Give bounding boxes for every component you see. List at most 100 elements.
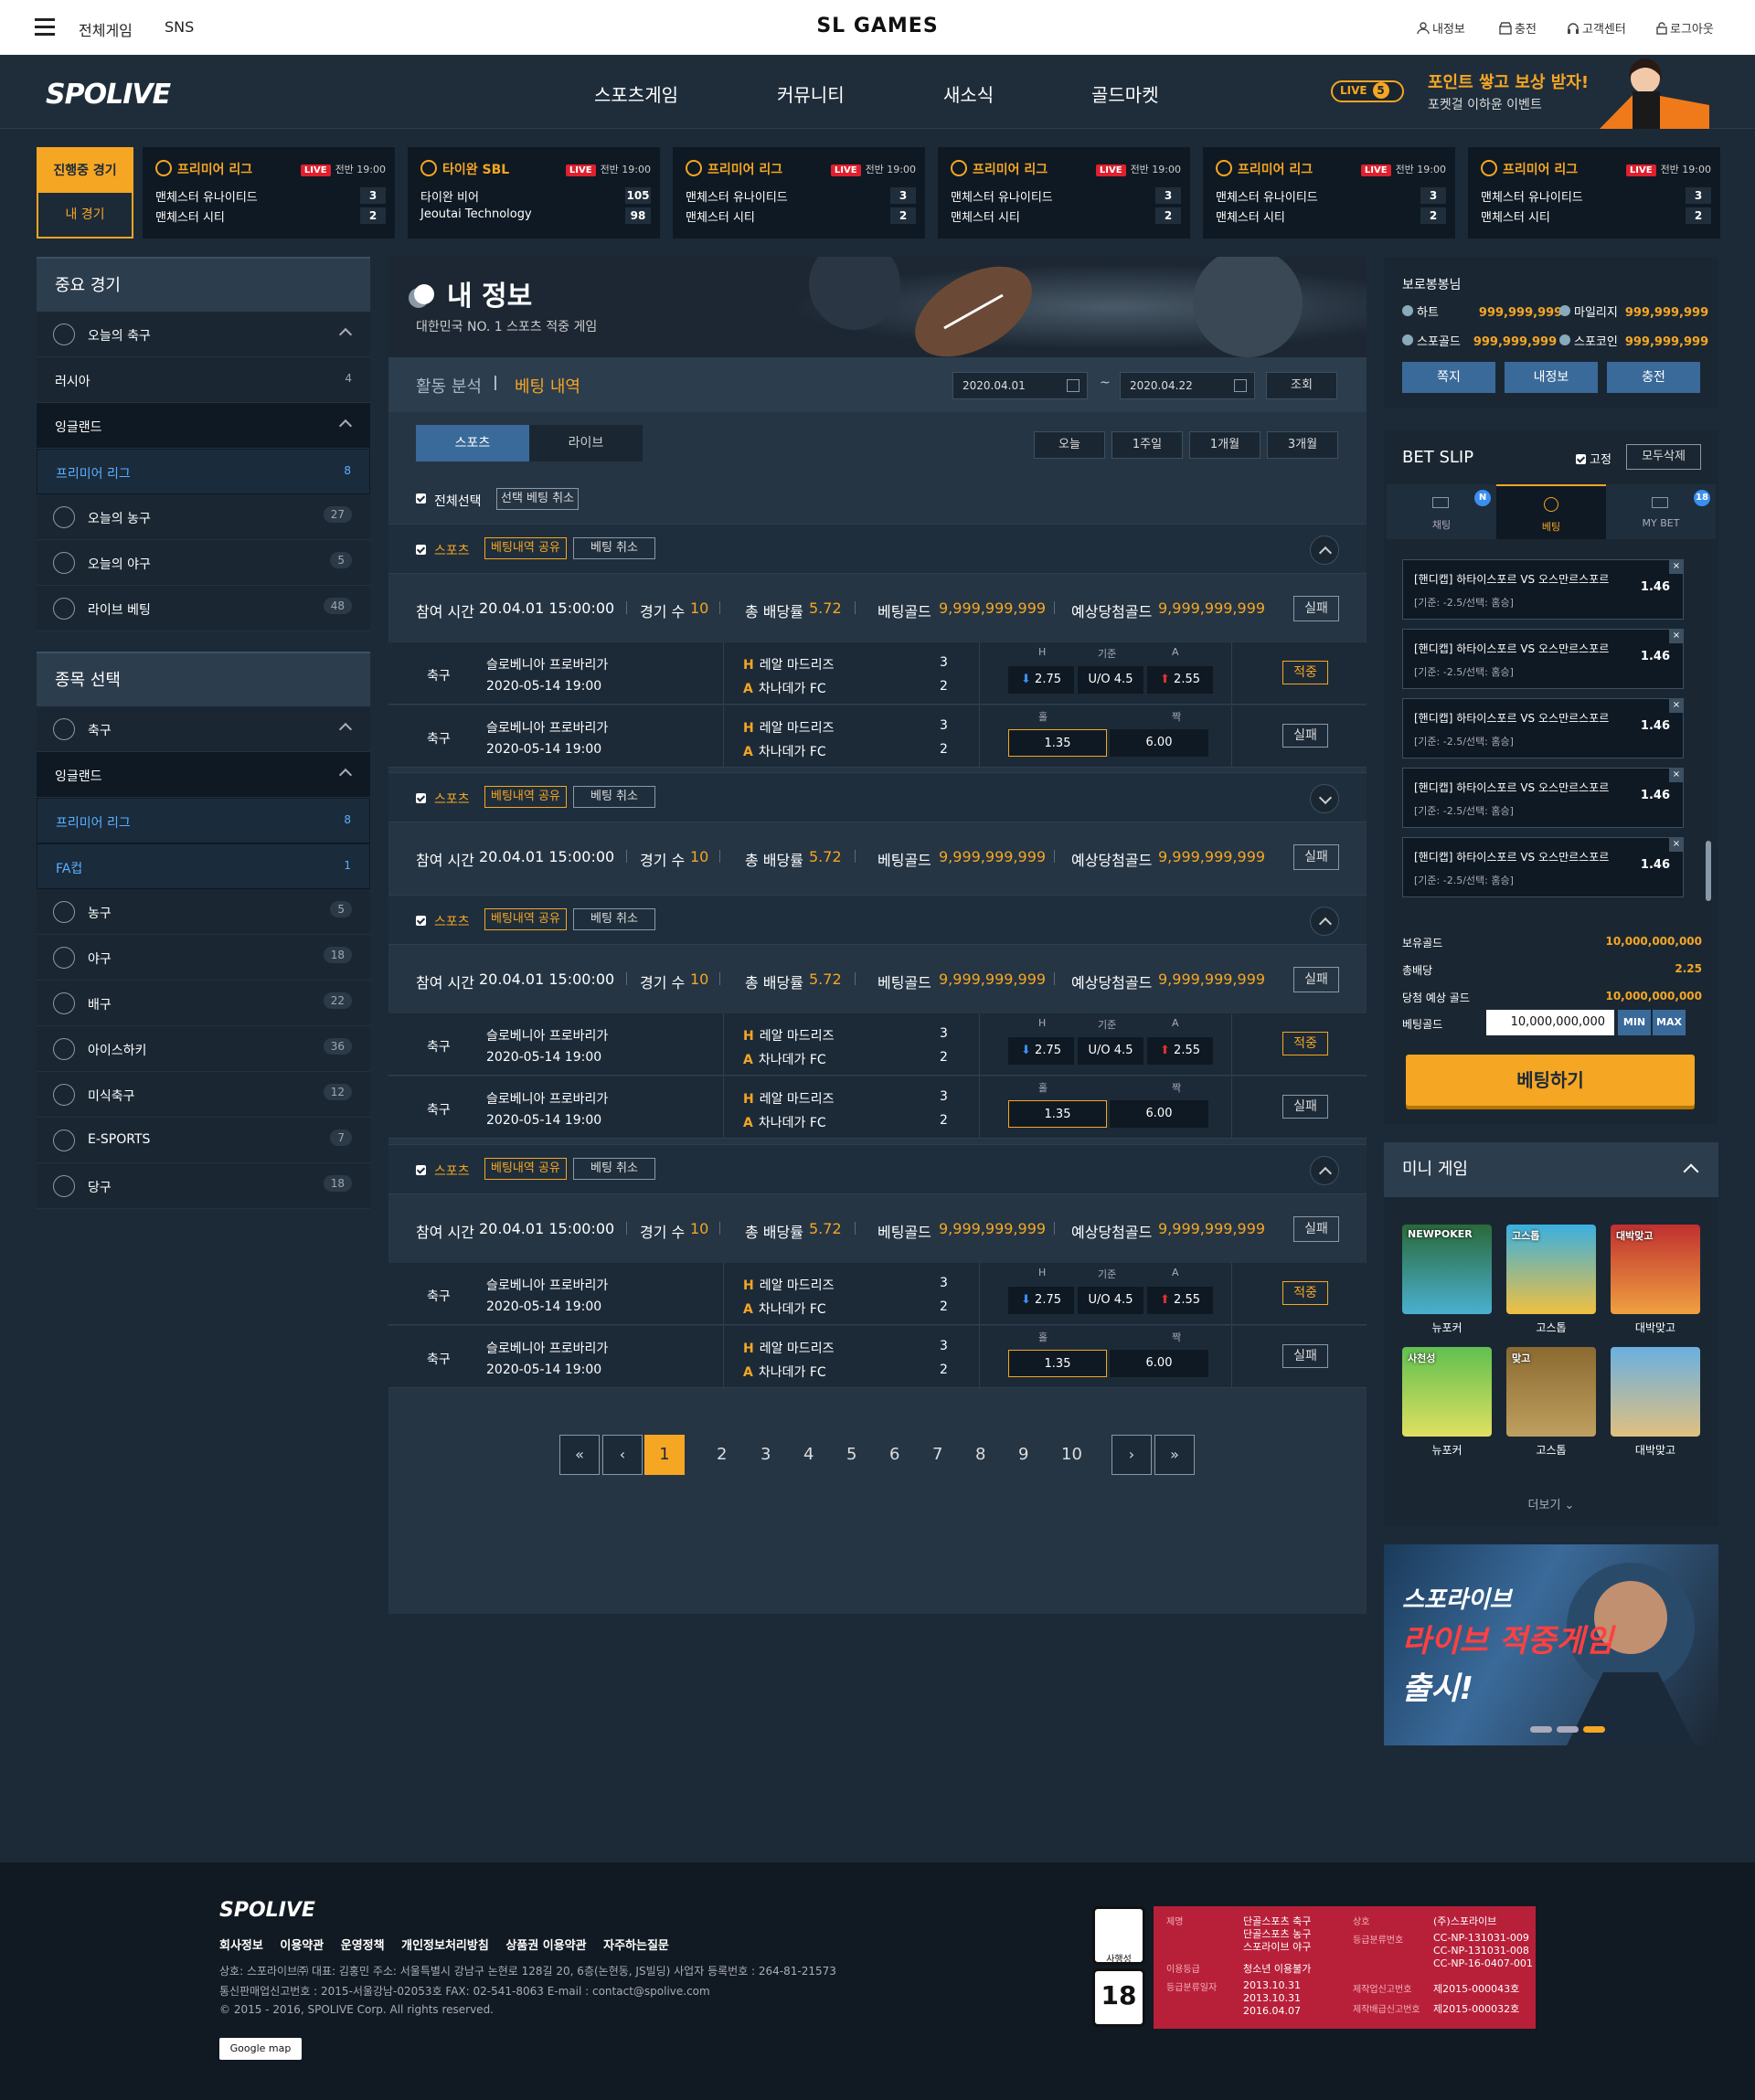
chevron-up-icon[interactable] [338,419,353,433]
mini-game-thumb[interactable]: 고스톱 [1506,1225,1596,1314]
cancel-bet-button[interactable]: 베팅 취소 [573,537,655,559]
sidebar-item[interactable]: 러시아 4 [37,357,370,403]
footer-link-terms[interactable]: 이용약관 [280,1939,324,1953]
close-icon[interactable]: × [1669,768,1684,782]
footer-link-voucher[interactable]: 상품권 이용약관 [505,1939,586,1953]
close-icon[interactable]: × [1669,837,1684,852]
share-history-button[interactable]: 베팅내역 공유 [484,1158,567,1180]
collapse-chevron-up-icon[interactable] [1310,907,1339,936]
tab-chat[interactable]: N 채팅 [1387,484,1496,539]
sidebar-item[interactable]: 야구 18 [37,935,370,981]
odds-away-button[interactable]: ⬆ 2.55 [1147,1287,1213,1314]
page-number[interactable]: 3 [760,1445,771,1464]
date-from-input[interactable]: 2020.04.01 [952,372,1088,399]
odds-home-button[interactable]: 1.35 [1008,729,1107,757]
cancel-bet-button[interactable]: 베팅 취소 [573,1158,655,1180]
match-card[interactable]: 프리미어 리그 LIVE 전반 19:00 맨체스터 유나이티드 3 맨체스터 시… [1203,147,1455,239]
bet-gold-input[interactable]: 10,000,000,000 [1486,1010,1614,1035]
promo-subtitle[interactable]: 포켓걸 이하윤 이벤트 [1428,95,1542,113]
logout-link[interactable]: 로그아웃 [1656,19,1714,37]
live-game-banner[interactable]: 스포라이브 라이브 적중게임 출시! [1384,1544,1718,1745]
footer-link-privacy[interactable]: 개인정보처리방침 [401,1939,489,1953]
chevron-up-icon[interactable] [338,327,353,342]
collapse-chevron-up-icon[interactable] [1310,1156,1339,1185]
odds-away-button[interactable]: 6.00 [1110,1100,1208,1128]
period-3months[interactable]: 3개월 [1267,431,1338,459]
match-card[interactable]: 프리미어 리그 LIVE 전반 19:00 맨체스터 유나이티드 3 맨체스터 시… [673,147,925,239]
match-card[interactable]: 프리미어 리그 LIVE 전반 19:00 맨체스터 유나이티드 3 맨체스터 시… [143,147,395,239]
match-card[interactable]: 프리미어 리그 LIVE 전반 19:00 맨체스터 유나이티드 3 맨체스터 시… [938,147,1190,239]
sidebar-item[interactable]: 라이브 베팅 48 [37,586,370,631]
fixed-toggle[interactable]: 고정 [1576,450,1611,467]
sidebar-item[interactable]: FA컵 1 [37,843,370,889]
tab-sports[interactable]: 스포츠 [416,425,529,461]
tab-my-matches[interactable]: 내 경기 [38,193,132,237]
more-link[interactable]: 더보기 ⌄ [1384,1495,1718,1512]
support-link[interactable]: 고객센터 [1567,19,1626,37]
odds-base-button[interactable]: U/O 4.5 [1078,666,1143,694]
mini-game-label[interactable]: 뉴포커 [1402,1320,1492,1335]
my-info-button[interactable]: 내정보 [1505,362,1598,393]
page-number-active[interactable]: 1 [644,1435,685,1475]
nav-news[interactable]: 새소식 [943,80,994,107]
nav-sports-game[interactable]: 스포츠게임 [594,80,678,107]
sidebar-item[interactable]: 배구 22 [37,981,370,1026]
page-last-button[interactable]: » [1154,1435,1195,1475]
share-history-button[interactable]: 베팅내역 공유 [484,786,567,808]
mini-game-thumb[interactable]: 사천성 [1402,1347,1492,1437]
tab-live-matches[interactable]: 진행중 경기 [38,149,132,193]
page-next-button[interactable]: › [1112,1435,1152,1475]
message-button[interactable]: 쪽지 [1402,362,1495,393]
chevron-up-icon[interactable] [338,768,353,782]
spolive-logo[interactable]: SPOLIVE [46,79,171,111]
expand-chevron-down-icon[interactable] [1310,784,1339,813]
tab-betting[interactable]: 베팅 [1496,484,1606,539]
fixed-checkbox[interactable] [1576,454,1586,464]
page-number[interactable]: 4 [803,1445,814,1464]
sidebar-item[interactable]: 농구 5 [37,889,370,935]
mini-game-label[interactable]: 뉴포커 [1402,1442,1492,1458]
search-button[interactable]: 조회 [1266,372,1337,399]
sidebar-item[interactable]: E-SPORTS 7 [37,1118,370,1163]
charge-link[interactable]: 충전 [1499,19,1537,37]
sidebar-item[interactable]: 잉글랜드 [37,403,370,449]
odds-home-button[interactable]: 1.35 [1008,1350,1107,1377]
close-icon[interactable]: × [1669,559,1684,574]
page-number[interactable]: 8 [975,1445,985,1464]
google-map-button[interactable]: Google map [219,2038,302,2060]
sidebar-item[interactable]: 프리미어 리그 8 [37,798,370,843]
promo-model-image[interactable] [1581,55,1709,129]
page-number[interactable]: 5 [846,1445,856,1464]
mini-game-label[interactable]: 대박맞고 [1611,1320,1700,1335]
page-number[interactable]: 10 [1061,1445,1082,1464]
page-number[interactable]: 6 [889,1445,899,1464]
slip-scrollbar[interactable] [1706,841,1711,901]
cancel-bet-button[interactable]: 베팅 취소 [573,786,655,808]
banner-dot[interactable] [1530,1726,1552,1733]
match-card[interactable]: 프리미어 리그 LIVE 전반 19:00 맨체스터 유나이티드 3 맨체스터 시… [1468,147,1720,239]
odds-base-button[interactable]: U/O 4.5 [1078,1287,1143,1314]
close-icon[interactable]: × [1669,629,1684,643]
page-number[interactable]: 9 [1018,1445,1028,1464]
slip-item[interactable]: [핸디캡] 하타이스포르 VS 오스만르스포르 [기준: -2.5/선택: 홈승… [1402,698,1684,758]
sidebar-item[interactable]: 프리미어 리그 8 [37,449,370,494]
sidebar-item[interactable]: 오늘의 축구 [37,312,370,357]
sidebar-item[interactable]: 오늘의 농구 27 [37,494,370,540]
place-bet-button[interactable]: 베팅하기 [1406,1055,1695,1106]
footer-link-company[interactable]: 회사정보 [219,1939,263,1953]
cancel-selected-button[interactable]: 선택 베팅 취소 [496,488,580,510]
odds-home-button[interactable]: ⬇ 2.75 [1008,1287,1074,1314]
odds-home-button[interactable]: ⬇ 2.75 [1008,1037,1074,1065]
nav-community[interactable]: 커뮤니티 [777,80,845,107]
promo-title[interactable]: 포인트 쌓고 보상 받자! [1428,69,1589,93]
select-all-checkbox[interactable] [416,493,426,504]
odds-away-button[interactable]: 6.00 [1110,1350,1208,1377]
odds-home-button[interactable]: ⬇ 2.75 [1008,666,1074,694]
mini-game-label[interactable]: 고스톱 [1506,1442,1596,1458]
sidebar-item[interactable]: 오늘의 야구 5 [37,540,370,586]
tab-live[interactable]: 라이브 [529,425,643,461]
odds-away-button[interactable]: ⬆ 2.55 [1147,1037,1213,1065]
collapse-chevron-up-icon[interactable] [1310,536,1339,565]
cancel-bet-button[interactable]: 베팅 취소 [573,908,655,930]
sidebar-item[interactable]: 아이스하키 36 [37,1026,370,1072]
